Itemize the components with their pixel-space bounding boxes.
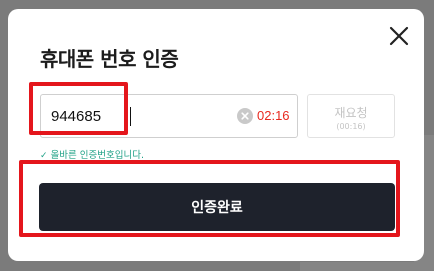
verification-code-field[interactable]: 02:16 [40,94,298,138]
validation-message: ✓ 올바른 인증번호입니다. [40,147,144,161]
text-caret [130,107,131,126]
resend-label: 재요청 [334,106,368,120]
resend-button[interactable]: 재요청 (00:16) [307,94,395,138]
check-icon: ✓ [40,151,48,161]
validation-text: 올바른 인증번호입니다. [50,150,144,161]
countdown-timer: 02:16 [257,108,290,123]
clear-icon [241,112,249,120]
close-button[interactable] [386,23,412,49]
verification-code-input[interactable] [51,96,221,136]
close-icon [389,26,409,46]
confirm-verification-button[interactable]: 인증완료 [39,183,395,231]
background-page-bottom [300,262,434,271]
modal-title: 휴대폰 번호 인증 [40,47,179,71]
phone-verification-modal: 휴대폰 번호 인증 02:16 재요청 (00:16) ✓올바른 인증번호입니다… [8,9,424,261]
resend-timer: (00:16) [336,122,366,131]
clear-button[interactable] [237,108,253,124]
